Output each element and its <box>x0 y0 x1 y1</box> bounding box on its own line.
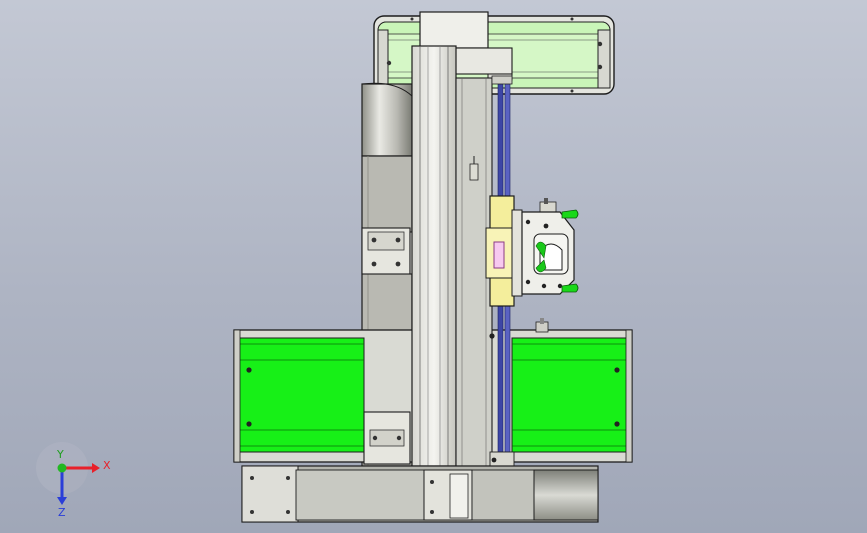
z-axis-label: Z <box>58 506 66 519</box>
lower-clamp-block <box>363 411 411 465</box>
z-carriage <box>485 195 523 307</box>
coordinate-triad: X Y Z <box>36 442 111 519</box>
y-axis-label: Y <box>56 448 64 461</box>
gripper-head <box>521 198 579 295</box>
y-axis-marker <box>57 463 67 473</box>
cad-viewport[interactable]: X Y Z <box>0 0 867 533</box>
x-axis-label: X <box>103 459 111 472</box>
vertical-rail-column <box>411 45 493 467</box>
robot-axis-assembly-drawing: X Y Z <box>36 11 633 523</box>
top-bracket <box>419 11 489 49</box>
bottom-motor-cylinder <box>241 465 599 523</box>
